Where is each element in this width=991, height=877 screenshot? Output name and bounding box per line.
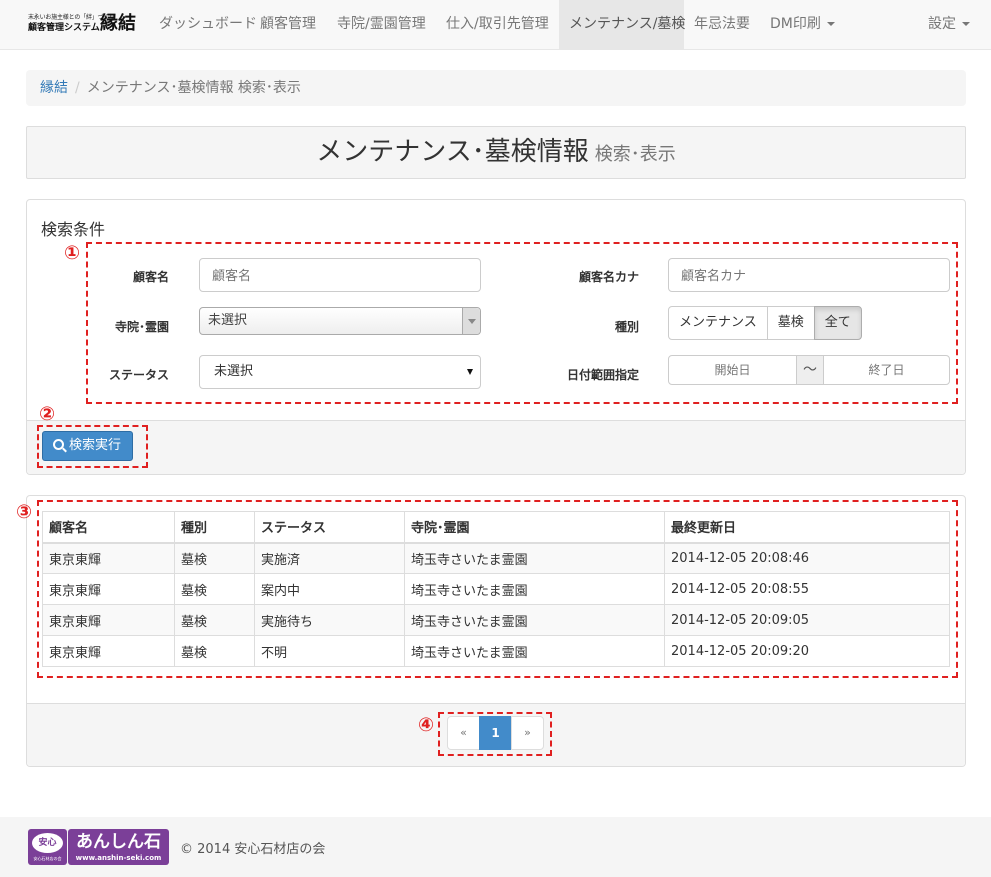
search-panel-footer [27,420,965,474]
nav-suppliers[interactable]: 仕入/取引先管理 [436,0,559,49]
brand-logo[interactable]: 末永いお施主様との「絆」づくり 顧客管理システム 縁結 [28,13,143,37]
annotation-box-search-fields [86,242,958,404]
breadcrumb-home-link[interactable]: 縁結 [40,80,68,96]
logo-seal-text: 安心 [32,833,63,853]
nav-dm-print-label: DM印刷 [770,16,821,32]
chevron-down-icon [826,22,835,26]
search-panel-title: 検索条件 [41,220,106,239]
annotation-marker-2: ② [38,403,56,425]
nav-memorial-services[interactable]: 年忌法要 [684,0,760,49]
copyright-text: © 2014 安心石材店の会 [180,842,326,857]
logo-name: あんしん石 [76,832,161,852]
page-footer: 安心 安心石材店の会 あんしん石 www.anshin-seki.com © 2… [0,817,991,877]
annotation-marker-3: ③ [15,501,33,523]
logo-banner: あんしん石 www.anshin-seki.com [68,829,169,865]
chevron-down-icon [962,22,970,26]
annotation-marker-4: ④ [417,714,435,736]
brand-system-name: 顧客管理システム [28,23,100,33]
breadcrumb-current: メンテナンス･墓検情報 検索･表示 [86,80,301,96]
logo-seal-caption: 安心石材店の会 [33,856,62,861]
annotation-box-pagination [438,712,552,756]
brand-name: 縁結 [100,13,136,34]
page-title: メンテナンス･墓検情報 [316,137,589,167]
annotation-marker-1: ① [63,242,81,264]
annotation-box-results-table [37,500,958,678]
breadcrumb: 縁結 / メンテナンス･墓検情報 検索･表示 [26,70,966,106]
breadcrumb-separator: / [75,80,80,96]
nav-settings-label: 設定 [928,16,956,32]
logo-seal: 安心 安心石材店の会 [28,829,67,865]
anshin-seki-logo[interactable]: 安心 安心石材店の会 あんしん石 www.anshin-seki.com [28,829,169,865]
nav-dm-print[interactable]: DM印刷 [760,0,845,49]
page-subtitle: 検索･表示 [594,144,676,165]
top-navbar: 末永いお施主様との「絆」づくり 顧客管理システム 縁結 ダッシュボード 顧客管理… [0,0,991,50]
nav-customers[interactable]: 顧客管理 [250,0,326,49]
nav-settings[interactable]: 設定 [918,0,980,49]
nav-temples[interactable]: 寺院/霊園管理 [327,0,436,49]
page-header: メンテナンス･墓検情報 検索･表示 [26,126,966,179]
logo-url: www.anshin-seki.com [75,854,162,862]
annotation-box-search-button [37,425,148,468]
nav-maintenance[interactable]: メンテナンス/墓検 [559,0,685,49]
